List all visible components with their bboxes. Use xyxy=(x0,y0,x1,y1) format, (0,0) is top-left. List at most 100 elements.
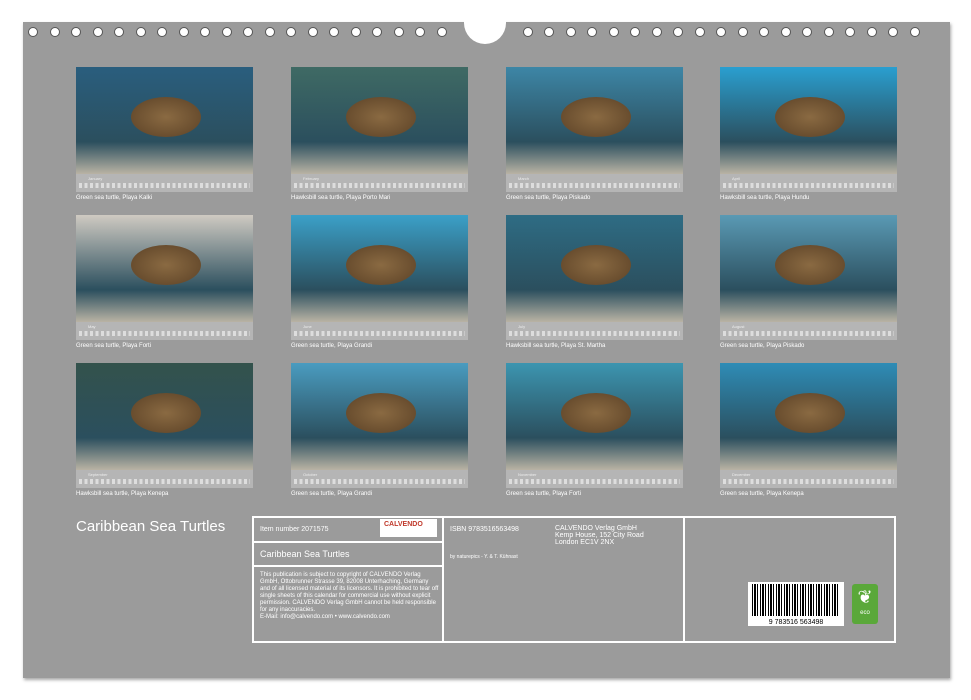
turtle-photo xyxy=(76,215,253,322)
photo-caption: Hawksbill sea turtle, Playa St. Martha xyxy=(506,343,683,349)
binding-hole xyxy=(157,27,167,37)
binding-hole xyxy=(308,27,318,37)
publisher-name: CALVENDO Verlag GmbH xyxy=(555,525,644,532)
binding-hole xyxy=(28,27,38,37)
turtle-photo xyxy=(720,215,897,322)
photo-caption: Green sea turtle, Playa Grandi xyxy=(291,491,468,497)
month-name: September xyxy=(88,472,108,477)
month-name: August xyxy=(732,324,744,329)
binding-hole xyxy=(523,27,533,37)
binding-hole xyxy=(437,27,447,37)
binding-hole xyxy=(609,27,619,37)
copyright-text: This publication is subject to copyright… xyxy=(260,572,440,621)
month-tile: May Green sea turtle, Playa Forti xyxy=(76,215,253,349)
month-calendar-strip: June xyxy=(291,322,468,340)
photo-caption: Green sea turtle, Playa Kenepa xyxy=(720,491,897,497)
product-title: Caribbean Sea Turtles xyxy=(260,549,350,559)
binding-hole xyxy=(136,27,146,37)
month-calendar-strip: January xyxy=(76,174,253,192)
binding-hole xyxy=(910,27,920,37)
leaf-icon: ❦ xyxy=(852,584,878,610)
binding-hole xyxy=(415,27,425,37)
turtle-photo xyxy=(720,67,897,174)
photo-caption: Green sea turtle, Playa Forti xyxy=(506,491,683,497)
calvendo-logo: CALVENDO xyxy=(380,519,437,537)
binding-hole xyxy=(867,27,877,37)
binding-hole xyxy=(716,27,726,37)
month-name: June xyxy=(303,324,312,329)
turtle-photo xyxy=(506,215,683,322)
month-calendar-strip: October xyxy=(291,470,468,488)
turtle-photo xyxy=(76,67,253,174)
month-name: May xyxy=(88,324,96,329)
month-tile: November Green sea turtle, Playa Forti xyxy=(506,363,683,497)
publisher-street: Kemp House, 152 City Road xyxy=(555,532,644,539)
month-tile: October Green sea turtle, Playa Grandi xyxy=(291,363,468,497)
month-calendar-strip: April xyxy=(720,174,897,192)
binding-hole xyxy=(738,27,748,37)
month-tile: September Hawksbill sea turtle, Playa Ke… xyxy=(76,363,253,497)
binding-hole xyxy=(93,27,103,37)
month-tile: February Hawksbill sea turtle, Playa Por… xyxy=(291,67,468,201)
binding-hole xyxy=(802,27,812,37)
turtle-photo xyxy=(506,363,683,470)
month-name: July xyxy=(518,324,525,329)
binding-hole xyxy=(71,27,81,37)
month-calendar-strip: September xyxy=(76,470,253,488)
contact-email: E-Mail: info@calvendo.com • www.calvendo… xyxy=(260,614,390,620)
month-tile: December Green sea turtle, Playa Kenepa xyxy=(720,363,897,497)
photo-caption: Green sea turtle, Playa Piskado xyxy=(506,195,683,201)
month-calendar-strip: December xyxy=(720,470,897,488)
turtle-photo xyxy=(720,363,897,470)
isbn: ISBN 9783516563498 xyxy=(450,526,519,533)
eco-label: eco xyxy=(860,610,870,616)
turtle-photo xyxy=(76,363,253,470)
calendar-title: Caribbean Sea Turtles xyxy=(76,518,226,535)
month-tile: July Hawksbill sea turtle, Playa St. Mar… xyxy=(506,215,683,349)
author: by naturepics - Y. & T. Kühnast xyxy=(450,554,518,560)
turtle-photo xyxy=(291,67,468,174)
month-name: April xyxy=(732,176,740,181)
binding-hole xyxy=(845,27,855,37)
binding-hole xyxy=(243,27,253,37)
copyright-notice: This publication is subject to copyright… xyxy=(260,572,438,613)
turtle-photo xyxy=(291,215,468,322)
binding-hole xyxy=(630,27,640,37)
month-tile: March Green sea turtle, Playa Piskado xyxy=(506,67,683,201)
month-tile: April Hawksbill sea turtle, Playa Hundu xyxy=(720,67,897,201)
month-calendar-strip: November xyxy=(506,470,683,488)
binding-hole xyxy=(652,27,662,37)
turtle-photo xyxy=(506,67,683,174)
photo-caption: Green sea turtle, Playa Grandi xyxy=(291,343,468,349)
month-tile: June Green sea turtle, Playa Grandi xyxy=(291,215,468,349)
photo-caption: Green sea turtle, Playa Kalki xyxy=(76,195,253,201)
month-name: March xyxy=(518,176,529,181)
binding-hole xyxy=(544,27,554,37)
month-name: November xyxy=(518,472,536,477)
month-calendar-strip: August xyxy=(720,322,897,340)
photo-caption: Hawksbill sea turtle, Playa Kenepa xyxy=(76,491,253,497)
item-number: Item number 2071575 xyxy=(260,526,329,533)
binding-hole xyxy=(114,27,124,37)
binding-hole xyxy=(286,27,296,37)
binding-hole xyxy=(587,27,597,37)
turtle-photo xyxy=(291,363,468,470)
photo-caption: Green sea turtle, Playa Forti xyxy=(76,343,253,349)
binding-hole xyxy=(351,27,361,37)
photo-caption: Hawksbill sea turtle, Playa Porto Mari xyxy=(291,195,468,201)
binding-hole xyxy=(372,27,382,37)
barcode: 9 783516 563498 xyxy=(748,582,844,626)
binding-hole xyxy=(888,27,898,37)
binding-hole xyxy=(222,27,232,37)
binding-hole xyxy=(695,27,705,37)
month-calendar-strip: July xyxy=(506,322,683,340)
month-name: February xyxy=(303,176,319,181)
binding-hole xyxy=(50,27,60,37)
binding-hole xyxy=(329,27,339,37)
binding-hole xyxy=(759,27,769,37)
month-tile: August Green sea turtle, Playa Piskado xyxy=(720,215,897,349)
month-name: October xyxy=(303,472,317,477)
month-name: January xyxy=(88,176,102,181)
photo-caption: Hawksbill sea turtle, Playa Hundu xyxy=(720,195,897,201)
month-tile: January Green sea turtle, Playa Kalki xyxy=(76,67,253,201)
